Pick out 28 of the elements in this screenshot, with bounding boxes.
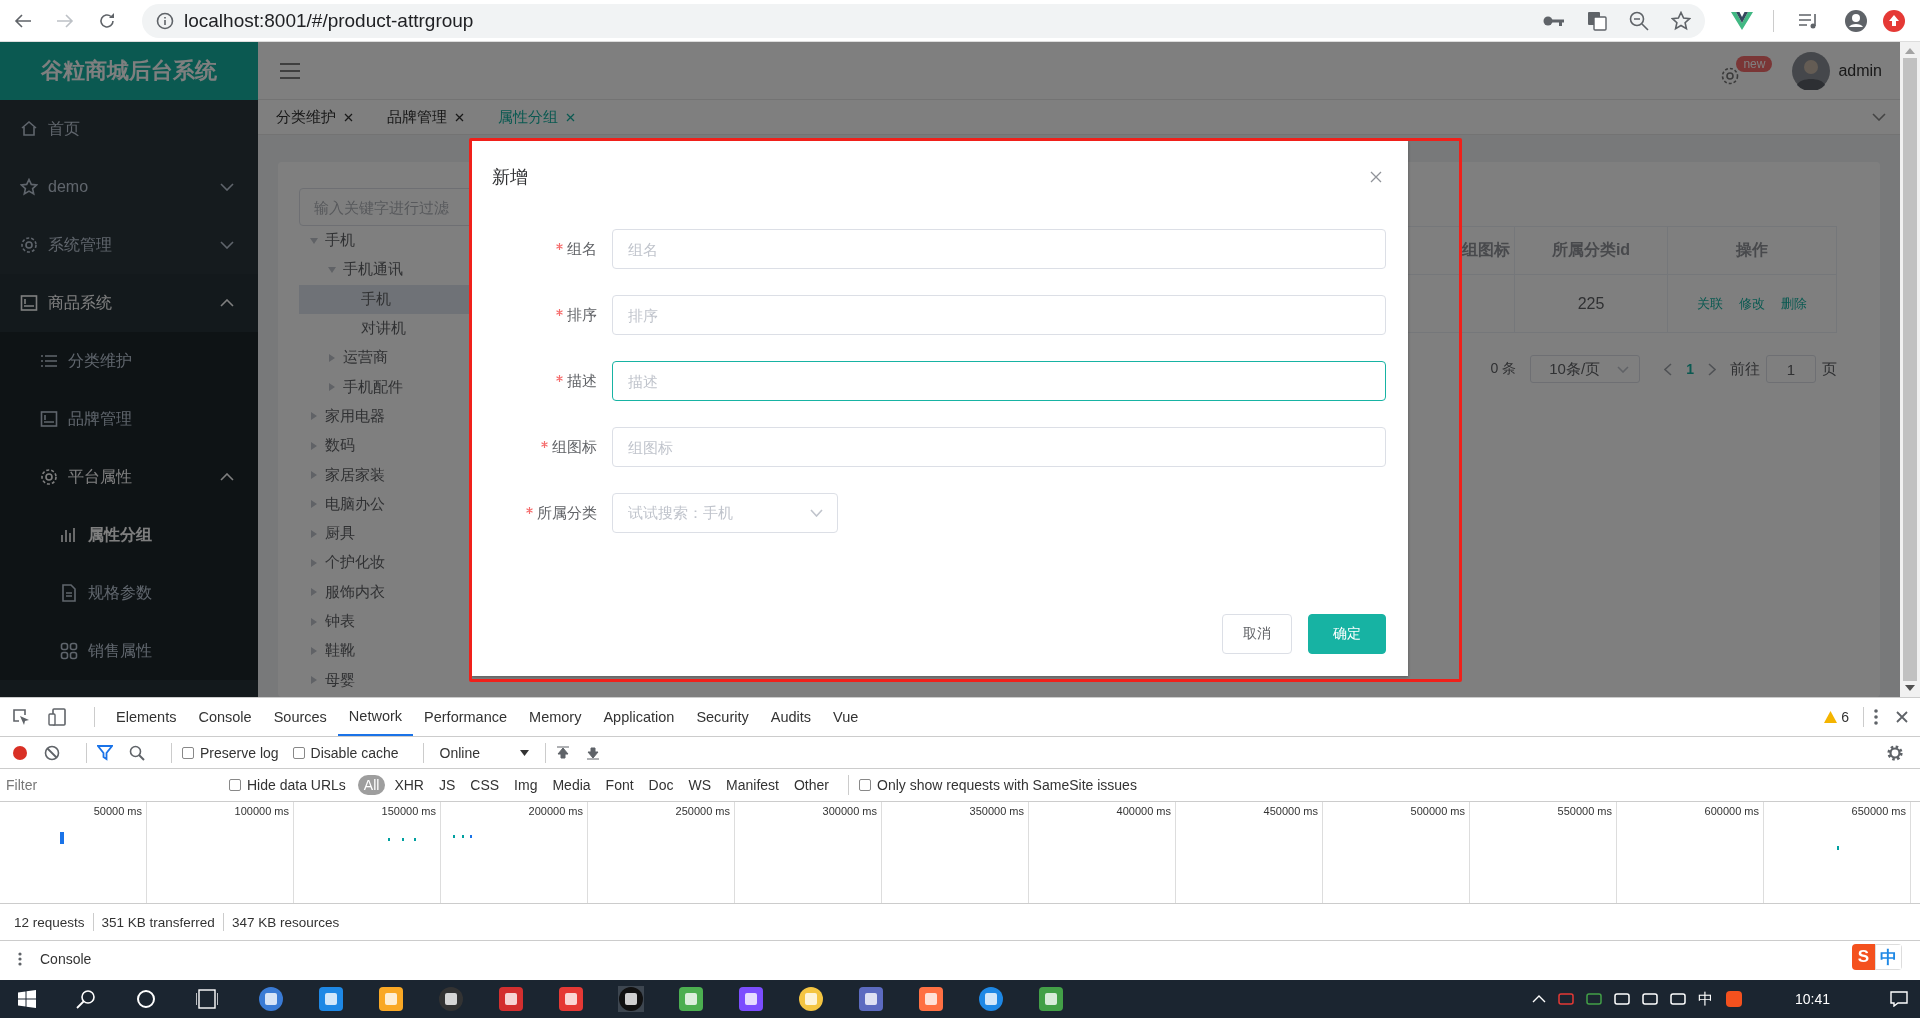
timeline-label: 600000 ms xyxy=(1704,805,1759,817)
timeline-label: 50000 ms xyxy=(93,805,142,817)
timeline-label: 650000 ms xyxy=(1851,805,1906,817)
timeline-label: 200000 ms xyxy=(528,805,583,817)
total-count: 0 条 xyxy=(1490,360,1517,378)
field-label: 组图标 xyxy=(552,437,597,457)
table-cell: 225 xyxy=(1515,275,1668,333)
timeline-label: 250000 ms xyxy=(675,805,730,817)
timeline-label: 350000 ms xyxy=(969,805,1024,817)
field-label: 组名 xyxy=(567,239,597,259)
page-unit: 页 xyxy=(1822,359,1837,379)
field-label: 所属分类 xyxy=(537,503,597,523)
timeline-label: 150000 ms xyxy=(381,805,436,817)
timeline-label: 300000 ms xyxy=(822,805,877,817)
status-text: 347 KB resources xyxy=(231,914,340,930)
timeline-label: 400000 ms xyxy=(1116,805,1171,817)
notification-badge: new xyxy=(1736,55,1773,72)
dialog-title: 新增 xyxy=(492,166,528,189)
timeline-label: 500000 ms xyxy=(1410,805,1465,817)
status-text: 12 requests xyxy=(14,914,85,930)
timeline-label: 100000 ms xyxy=(234,805,289,817)
app-logo: 谷粒商城后台系统 xyxy=(0,42,258,100)
field-label: 描述 xyxy=(567,371,597,391)
timeline-label: 450000 ms xyxy=(1263,805,1318,817)
timeline-label: 550000 ms xyxy=(1557,805,1612,817)
status-text: 351 KB transferred xyxy=(101,914,215,930)
goto-label: 前往 xyxy=(1730,359,1760,379)
field-label: 排序 xyxy=(567,305,597,325)
